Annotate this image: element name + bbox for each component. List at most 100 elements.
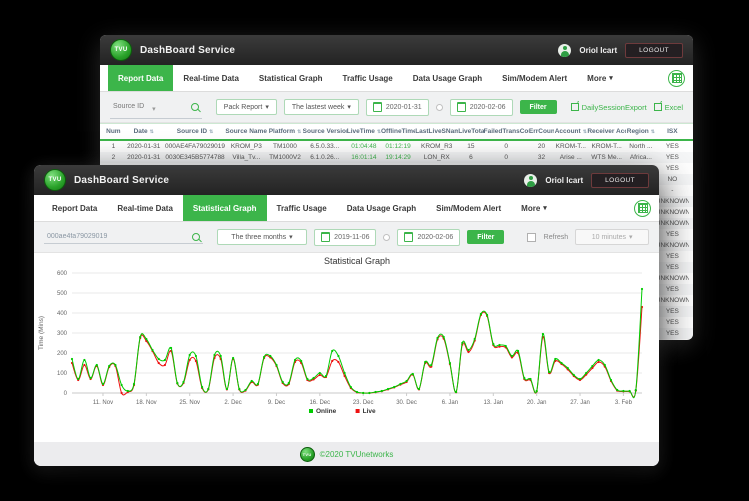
statistical-graph-window: TVU DashBoard Service Oriol Icart LOGOUT…	[34, 165, 659, 466]
logout-button[interactable]: LOGOUT	[591, 173, 649, 188]
source-id-filter[interactable]: Source ID	[110, 96, 202, 119]
tab-bar: Report DataReal-time DataStatistical Gra…	[100, 65, 693, 92]
window-footer: TVU ©2020 TVUnetworks	[34, 442, 659, 466]
apps-grid-icon[interactable]	[634, 200, 651, 217]
tab-statistical-graph[interactable]: Statistical Graph	[249, 65, 333, 91]
filter-bar: The three months 2019-11-06 2020-02-06 F…	[34, 222, 659, 253]
user-name[interactable]: Oriol Icart	[545, 176, 583, 185]
tab-more[interactable]: More	[511, 195, 557, 221]
column-header-lastlivesname[interactable]: LastLiveSName	[415, 128, 458, 135]
column-header-source-name[interactable]: Source Name	[225, 128, 267, 135]
table-row[interactable]: 22020-01-310030E345B5774788Villa_Tv...TM…	[100, 152, 693, 163]
chart-area: Statistical GraphTime (Mins)010020030040…	[34, 253, 659, 430]
tab-real-time-data[interactable]: Real-time Data	[173, 65, 249, 91]
svg-text:9. Dec: 9. Dec	[268, 400, 285, 406]
cell-isx: NO	[656, 176, 689, 183]
tab-more[interactable]: More	[577, 65, 623, 91]
date-to-input[interactable]: 2020-02-06	[450, 99, 513, 116]
refresh-interval-select[interactable]: 10 minutes	[575, 229, 649, 245]
filter-button[interactable]: Filter	[520, 100, 557, 114]
column-header-date[interactable]: Date	[123, 128, 165, 135]
date-range-select[interactable]: The lastest week	[284, 99, 359, 115]
copyright-text: ©2020 TVUnetworks	[320, 450, 394, 459]
svg-text:11. Nov: 11. Nov	[93, 400, 113, 406]
source-search-box[interactable]	[44, 231, 203, 244]
cell-isx: UNKNOWN...	[656, 198, 689, 205]
cell-errcount: 32	[529, 154, 554, 161]
source-search-input[interactable]	[47, 233, 187, 240]
cell-region: North ...	[626, 143, 656, 150]
tab-traffic-usage[interactable]: Traffic Usage	[267, 195, 337, 221]
statistical-chart: Statistical GraphTime (Mins)010020030040…	[34, 253, 659, 425]
tab-sim-modem-alert[interactable]: Sim/Modem Alert	[426, 195, 511, 221]
column-header-source-id[interactable]: Source ID	[165, 128, 226, 135]
tab-sim-modem-alert[interactable]: Sim/Modem Alert	[492, 65, 577, 91]
cell-isx: YES	[656, 165, 689, 172]
cell-receiver-account: WTS Me...	[587, 154, 626, 161]
cell-failedtranscount: 0	[484, 154, 529, 161]
column-header-failedtranscount[interactable]: FailedTransCount	[484, 128, 529, 135]
cell-isx: YES	[656, 330, 689, 337]
tab-data-usage-graph[interactable]: Data Usage Graph	[337, 195, 426, 221]
column-header-region[interactable]: Region	[626, 128, 656, 135]
cell-date: 2020-01-31	[123, 154, 165, 161]
svg-text:Statistical Graph: Statistical Graph	[324, 256, 390, 266]
legend-item-live[interactable]: Live	[356, 408, 376, 415]
cell-source-id: 000AE4FA79029019	[165, 143, 226, 150]
cell-num: 2	[104, 154, 123, 161]
refresh-checkbox[interactable]	[527, 233, 536, 242]
date-from-input[interactable]: 2019-11-06	[314, 229, 376, 246]
cell-isx: YES	[656, 253, 689, 260]
tab-traffic-usage[interactable]: Traffic Usage	[333, 65, 403, 91]
tab-bar: Report DataReal-time DataStatistical Gra…	[34, 195, 659, 222]
excel-export-link[interactable]: Excel	[654, 103, 683, 112]
cell-errcount: 20	[529, 143, 554, 150]
tab-statistical-graph[interactable]: Statistical Graph	[183, 195, 267, 221]
svg-text:0: 0	[64, 391, 68, 397]
column-header-account[interactable]: Account	[554, 128, 587, 135]
legend-item-online[interactable]: Online	[309, 408, 337, 415]
date-to-input[interactable]: 2020-02-06	[397, 229, 460, 246]
cell-livetotal: 15	[458, 143, 483, 150]
column-header-livetime[interactable]: LiveTime	[347, 128, 381, 135]
daily-session-export-link[interactable]: DailySessionExport	[571, 103, 647, 112]
filter-button[interactable]: Filter	[467, 230, 504, 244]
filter-bar: Source ID Pack Report The lastest week 2…	[100, 92, 693, 123]
cell-account: Arise ...	[554, 154, 587, 161]
column-header-offlinetime[interactable]: OfflineTime	[381, 128, 415, 135]
svg-text:500: 500	[57, 291, 68, 297]
table-row[interactable]: 12020-01-31000AE4FA79029019KROM_P3TM1000…	[100, 141, 693, 152]
column-header-isx[interactable]: ISX	[656, 128, 689, 135]
svg-text:16. Dec: 16. Dec	[309, 400, 330, 406]
cell-isx: UNKNOWN...	[656, 242, 689, 249]
column-header-livetotal[interactable]: LiveTotal	[458, 128, 483, 135]
logout-button[interactable]: LOGOUT	[625, 43, 683, 58]
column-header-receiver-account[interactable]: Receiver Account	[587, 128, 626, 135]
column-header-errcount[interactable]: ErrCount	[529, 128, 554, 135]
search-icon[interactable]	[191, 103, 199, 111]
cell-isx: -	[656, 187, 689, 194]
tab-real-time-data[interactable]: Real-time Data	[107, 195, 183, 221]
svg-text:25. Nov: 25. Nov	[179, 400, 200, 406]
tab-data-usage-graph[interactable]: Data Usage Graph	[403, 65, 492, 91]
cell-livetime: 16:01:14	[347, 154, 381, 161]
column-header-num[interactable]: Num	[104, 128, 123, 135]
search-icon[interactable]	[192, 233, 200, 241]
cell-isx: YES	[656, 308, 689, 315]
pack-report-select[interactable]: Pack Report	[216, 99, 277, 115]
tab-report-data[interactable]: Report Data	[108, 65, 173, 91]
column-header-source-version[interactable]: Source Version	[303, 128, 347, 135]
column-header-platform[interactable]: Platform	[267, 128, 302, 135]
cell-isx: UNKNOWN...	[656, 297, 689, 304]
cell-isx: UNKNOWN...	[656, 209, 689, 216]
date-range-select[interactable]: The three months	[217, 229, 307, 245]
date-from-input[interactable]: 2020-01-31	[366, 99, 429, 116]
apps-grid-icon[interactable]	[668, 70, 685, 87]
tab-report-data[interactable]: Report Data	[42, 195, 107, 221]
app-header: TVU DashBoard Service Oriol Icart LOGOUT	[100, 35, 693, 65]
cell-region: Africa...	[626, 154, 656, 161]
cell-isx: YES	[656, 264, 689, 271]
series-live	[71, 306, 643, 397]
user-name[interactable]: Oriol Icart	[579, 46, 617, 55]
calendar-icon	[457, 102, 466, 112]
